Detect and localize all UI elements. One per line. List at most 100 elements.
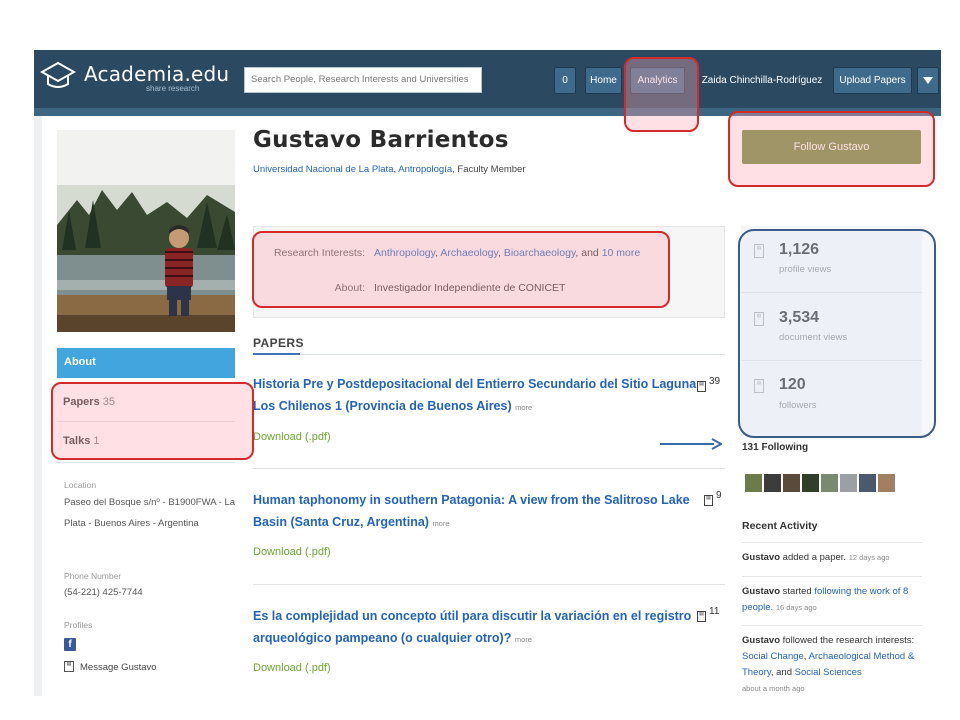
activity-item: Gustavo added a paper. 12 days ago	[742, 550, 924, 566]
activity-time: 12 days ago	[848, 553, 890, 562]
dropdown-menu-button[interactable]	[917, 67, 939, 94]
profile-views-label: profile views	[779, 264, 832, 275]
activity-user-link[interactable]: Gustavo	[742, 635, 780, 646]
paper-more-link[interactable]: more	[515, 635, 532, 644]
sidebar-tab-papers-label: Papers	[63, 396, 100, 408]
document-views-count: 3,534	[779, 309, 820, 326]
phone-label: Phone Number	[64, 571, 122, 581]
sidebar-tab-talks[interactable]: Talks 1	[63, 435, 100, 447]
interest-link[interactable]: Archaeology	[440, 247, 498, 259]
sidebar-tab-talks-count: 1	[93, 435, 100, 447]
stat-divider	[741, 292, 922, 293]
followers-count: 120	[779, 376, 806, 393]
stats-panel	[741, 226, 922, 436]
papers-section-title: PAPERS	[253, 336, 304, 350]
download-pdf-link[interactable]: Download (.pdf)	[253, 662, 331, 674]
avatar[interactable]	[745, 474, 762, 492]
paper-title-link[interactable]: Es la complejidad un concepto útil para …	[253, 605, 698, 651]
facebook-icon[interactable]: f	[64, 638, 76, 651]
stat-icon: ▤	[754, 244, 764, 258]
message-link[interactable]: Message Gustavo	[80, 662, 157, 673]
research-interests-label: Research Interests:	[273, 247, 365, 259]
paper-title-text: Historia Pre y Postdepositacional del En…	[253, 377, 697, 413]
search-input[interactable]: Search People, Research Interests and Un…	[244, 67, 482, 93]
activity-divider	[742, 542, 922, 543]
paper-divider	[253, 468, 725, 469]
document-icon: ▤	[704, 495, 713, 506]
location-value: Paseo del Bosque s/nº - B1900FWA - La Pl…	[64, 497, 236, 529]
paper-more-link[interactable]: more	[432, 519, 449, 528]
download-pdf-link[interactable]: Download (.pdf)	[253, 431, 331, 443]
chevron-down-icon	[923, 77, 933, 84]
phone-value: (54-221) 425-7744	[64, 587, 143, 598]
stat-icon: ▤	[754, 379, 764, 393]
paper-title-text: Es la complejidad un concepto útil para …	[253, 609, 692, 645]
paper-title-text: Human taphonomy in southern Patagonia: A…	[253, 493, 690, 529]
academia-logo[interactable]: Academia.edu share research	[40, 60, 240, 100]
following-count[interactable]: 131 Following	[742, 442, 808, 453]
paper-title-link[interactable]: Human taphonomy in southern Patagonia: A…	[253, 489, 698, 535]
interest-link[interactable]: Bioarchaeology	[504, 247, 576, 259]
about-value: Investigador Independiente de CONICET	[374, 282, 566, 294]
affiliation: Universidad Nacional de La Plata, Antrop…	[253, 164, 526, 175]
sidebar-tab-talks-label: Talks	[63, 435, 91, 447]
profile-name: Gustavo Barrientos	[253, 127, 509, 153]
interests-more-link[interactable]: 10 more	[602, 247, 641, 259]
activity-user-link[interactable]: Gustavo	[742, 586, 780, 597]
recent-activity-title: Recent Activity	[742, 520, 818, 532]
page-left-border	[34, 116, 42, 696]
nav-user-name[interactable]: Zaida Chinchilla-Rodríguez	[700, 67, 824, 94]
section-line	[253, 354, 725, 355]
avatar[interactable]	[783, 474, 800, 492]
paper-count-value: 9	[716, 490, 722, 501]
profile-photo	[57, 130, 235, 332]
university-link[interactable]: Universidad Nacional de La Plata	[253, 164, 393, 175]
paper-view-count: ▤ 39	[697, 376, 720, 392]
logo-text: Academia.edu	[84, 62, 230, 86]
academia-cap-icon	[40, 61, 76, 88]
paper-count-value: 39	[709, 376, 721, 387]
nav-analytics[interactable]: Analytics	[630, 67, 685, 94]
section-underline	[253, 353, 300, 355]
activity-time: 16 days ago	[775, 603, 817, 612]
logo-tagline: share research	[146, 84, 200, 93]
activity-sep: , and	[770, 667, 795, 678]
sidebar-tab-papers[interactable]: Papers 35	[63, 396, 115, 408]
activity-item: Gustavo followed the research interests:…	[742, 633, 924, 697]
paper-divider	[253, 584, 725, 585]
sidebar-tab-papers-count: 35	[102, 396, 116, 408]
avatar[interactable]	[764, 474, 781, 492]
paper-title-link[interactable]: Historia Pre y Postdepositacional del En…	[253, 373, 698, 419]
paper-more-link[interactable]: more	[515, 403, 532, 412]
research-interests-value: Anthropology, Archaeology, Bioarchaeolog…	[374, 247, 641, 259]
activity-text: added a paper.	[780, 552, 849, 563]
stat-divider	[741, 360, 922, 361]
followers-label: followers	[779, 400, 817, 411]
activity-interest-link[interactable]: Social Change	[742, 651, 804, 662]
activity-text: started	[780, 586, 815, 597]
nav-home[interactable]: Home	[585, 67, 622, 94]
avatar[interactable]	[878, 474, 895, 492]
sidebar-divider	[57, 462, 235, 463]
profile-views-count: 1,126	[779, 241, 820, 258]
activity-user-link[interactable]: Gustavo	[742, 552, 780, 563]
interest-link[interactable]: Anthropology	[374, 247, 435, 259]
sidebar-tab-about[interactable]: About	[57, 348, 235, 378]
profiles-label: Profiles	[64, 620, 93, 630]
follow-button[interactable]: Follow Gustavo	[742, 130, 921, 164]
download-pdf-link[interactable]: Download (.pdf)	[253, 546, 331, 558]
avatar[interactable]	[859, 474, 876, 492]
upload-papers-button[interactable]: Upload Papers	[833, 67, 912, 94]
activity-divider	[742, 625, 922, 626]
activity-text: followed the research interests:	[780, 635, 915, 646]
paper-count-value: 11	[709, 606, 720, 617]
avatar[interactable]	[802, 474, 819, 492]
message-icon: ▤	[64, 661, 74, 672]
avatar[interactable]	[840, 474, 857, 492]
interests-and-text: , and	[575, 247, 599, 259]
notification-count-button[interactable]: 0	[554, 67, 576, 94]
department-link[interactable]: Antropología	[398, 164, 452, 175]
document-icon: ▤	[697, 381, 706, 392]
avatar[interactable]	[821, 474, 838, 492]
activity-interest-link[interactable]: Social Sciences	[795, 667, 862, 678]
